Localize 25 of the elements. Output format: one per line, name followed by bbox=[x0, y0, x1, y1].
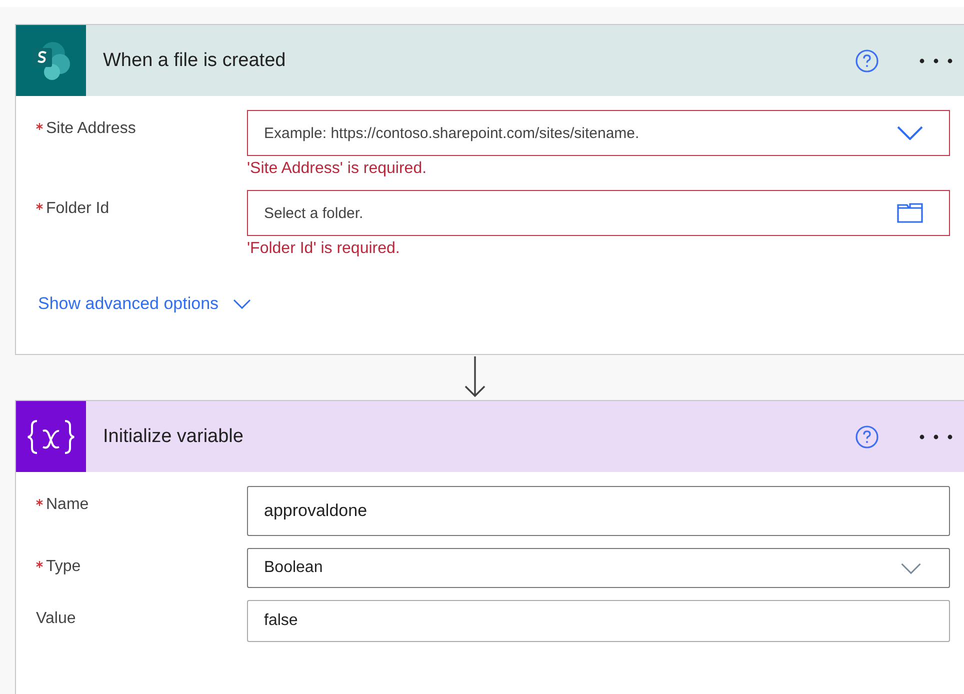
card-header[interactable]: When a file is created bbox=[16, 25, 964, 96]
chevron-down-icon bbox=[897, 126, 923, 140]
field-label: Type bbox=[46, 558, 81, 576]
help-icon[interactable] bbox=[855, 424, 879, 448]
field-label: Name bbox=[46, 496, 89, 514]
dropdown-field[interactable]: Example: https://contoso.sharepoint.com/sites/sitename. bbox=[247, 110, 950, 156]
card-header[interactable]: Initialize variable bbox=[16, 401, 964, 472]
field-label: Value bbox=[36, 610, 76, 628]
more-options-icon[interactable] bbox=[919, 58, 953, 64]
card-title: Initialize variable bbox=[103, 426, 244, 448]
error-message: 'Folder Id' is required. bbox=[247, 240, 401, 258]
chevron-down-icon bbox=[901, 562, 921, 574]
card-title: When a file is created bbox=[103, 50, 287, 72]
error-message: 'Site Address' is required. bbox=[247, 160, 428, 178]
folder-icon bbox=[897, 203, 923, 223]
input-field[interactable]: approvaldone bbox=[247, 486, 950, 536]
help-icon[interactable] bbox=[855, 48, 879, 72]
input-field[interactable]: false bbox=[247, 600, 950, 642]
chevron-down-icon bbox=[232, 299, 251, 309]
advanced-options-link[interactable]: Show advanced options bbox=[38, 294, 251, 314]
field-label: Folder Id bbox=[46, 200, 110, 218]
input-field[interactable]: Select a folder. bbox=[247, 190, 950, 236]
more-options-icon[interactable] bbox=[919, 434, 953, 440]
dropdown-field[interactable]: Boolean bbox=[247, 548, 950, 588]
field-label: Site Address bbox=[46, 120, 136, 138]
